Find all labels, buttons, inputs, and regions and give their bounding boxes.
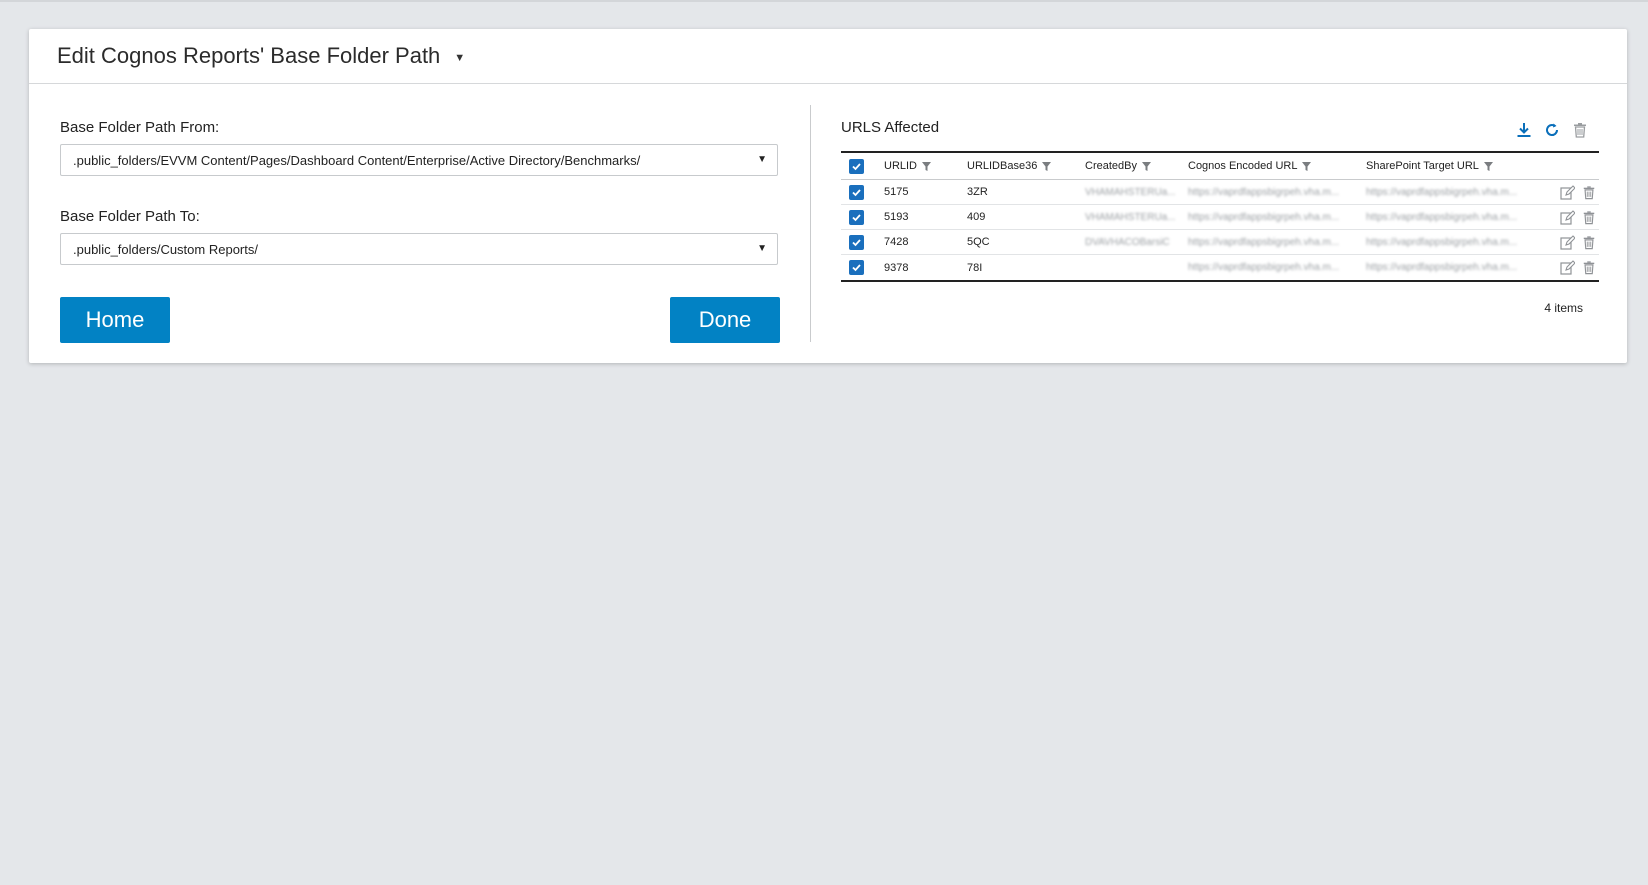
cell-urlid: 7428 xyxy=(884,236,909,248)
top-border xyxy=(0,0,1648,2)
select-all-checkbox[interactable] xyxy=(849,158,864,174)
cell-createdby: VHAMAHSTERUa... xyxy=(1085,211,1176,223)
cell-urlidbase36: 3ZR xyxy=(967,186,988,198)
from-path-value: .public_folders/EVVM Content/Pages/Dashb… xyxy=(73,152,641,168)
col-createdby[interactable]: CreatedBy xyxy=(1085,160,1188,172)
edit-icon[interactable] xyxy=(1559,260,1575,276)
edit-icon[interactable] xyxy=(1559,234,1575,250)
home-button[interactable]: Home xyxy=(60,297,170,343)
filter-icon[interactable] xyxy=(1141,161,1151,171)
cell-createdby: VHAMAHSTERUa... xyxy=(1085,186,1176,198)
cell-createdby: DVAVHACOBarsiC xyxy=(1085,236,1170,248)
col-urlid[interactable]: URLID xyxy=(884,160,967,172)
row-checkbox[interactable] xyxy=(849,260,864,275)
cell-sharepoint-url: https://vaprdfappsbigrpeh.vha.m... xyxy=(1366,262,1518,273)
page-title: Edit Cognos Reports' Base Folder Path xyxy=(57,43,441,68)
trash-icon[interactable] xyxy=(1581,260,1597,276)
to-path-select[interactable]: .public_folders/Custom Reports/ ▼ xyxy=(60,233,778,265)
col-urlidbase36[interactable]: URLIDBase36 xyxy=(967,160,1085,172)
grid-toolbar xyxy=(1515,121,1589,139)
urls-grid: URLID URLIDBase36 CreatedBy Cognos Encod… xyxy=(841,151,1599,282)
urls-title: URLS Affected xyxy=(841,119,940,136)
panel-header: Edit Cognos Reports' Base Folder Path ▼ xyxy=(29,29,1627,84)
table-row: 9378 78I https://vaprdfappsbigrpeh.vha.m… xyxy=(841,255,1599,280)
from-path-select[interactable]: .public_folders/EVVM Content/Pages/Dashb… xyxy=(60,144,778,176)
col-sharepoint-target-url[interactable]: SharePoint Target URL xyxy=(1366,160,1544,172)
edit-panel: Edit Cognos Reports' Base Folder Path ▼ … xyxy=(29,29,1627,363)
cell-sharepoint-url: https://vaprdfappsbigrpeh.vha.m... xyxy=(1366,186,1518,198)
cell-urlidbase36: 5QC xyxy=(967,236,990,248)
row-checkbox[interactable] xyxy=(849,234,864,250)
caret-down-icon[interactable]: ▼ xyxy=(454,52,465,64)
to-label: Base Folder Path To: xyxy=(60,208,200,225)
caret-down-icon[interactable]: ▼ xyxy=(757,243,767,254)
trash-icon[interactable] xyxy=(1581,234,1597,250)
from-label: Base Folder Path From: xyxy=(60,119,220,136)
cell-urlidbase36: 78I xyxy=(967,261,983,274)
edit-icon[interactable] xyxy=(1559,184,1575,200)
edit-icon[interactable] xyxy=(1559,209,1575,225)
trash-icon[interactable] xyxy=(1581,209,1597,225)
filter-icon[interactable] xyxy=(922,161,932,171)
to-path-value: .public_folders/Custom Reports/ xyxy=(73,241,258,257)
done-button[interactable]: Done xyxy=(670,297,780,343)
cell-cognos-url: https://vaprdfappsbigrpeh.vha.m... xyxy=(1188,236,1340,248)
cell-cognos-url: https://vaprdfappsbigrpeh.vha.m... xyxy=(1188,211,1340,223)
cell-cognos-url: https://vaprdfappsbigrpeh.vha.m... xyxy=(1188,262,1340,273)
trash-icon[interactable] xyxy=(1581,184,1597,200)
table-row: 5175 3ZR VHAMAHSTERUa... https://vaprdfa… xyxy=(841,180,1599,205)
filter-icon[interactable] xyxy=(1302,161,1312,171)
cell-sharepoint-url: https://vaprdfappsbigrpeh.vha.m... xyxy=(1366,211,1518,223)
table-row: 7428 5QC DVAVHACOBarsiC https://vaprdfap… xyxy=(841,230,1599,255)
divider xyxy=(810,105,811,342)
download-icon[interactable] xyxy=(1515,121,1533,139)
cell-urlid: 5193 xyxy=(884,211,909,223)
refresh-icon[interactable] xyxy=(1543,121,1561,139)
cell-urlid: 9378 xyxy=(884,261,909,274)
row-checkbox[interactable] xyxy=(849,184,864,200)
cell-cognos-url: https://vaprdfappsbigrpeh.vha.m... xyxy=(1188,186,1340,198)
cell-sharepoint-url: https://vaprdfappsbigrpeh.vha.m... xyxy=(1366,236,1518,248)
col-cognos-encoded-url[interactable]: Cognos Encoded URL xyxy=(1188,160,1366,172)
trash-icon[interactable] xyxy=(1571,121,1589,139)
row-checkbox[interactable] xyxy=(849,209,864,225)
filter-icon[interactable] xyxy=(1042,161,1052,171)
filter-icon[interactable] xyxy=(1483,161,1493,171)
table-row: 5193 409 VHAMAHSTERUa... https://vaprdfa… xyxy=(841,205,1599,230)
cell-urlid: 5175 xyxy=(884,186,909,198)
caret-down-icon[interactable]: ▼ xyxy=(757,154,767,165)
grid-header: URLID URLIDBase36 CreatedBy Cognos Encod… xyxy=(841,153,1599,180)
cell-urlidbase36: 409 xyxy=(967,211,986,223)
folder-path-form: Base Folder Path From: .public_folders/E… xyxy=(60,119,780,265)
item-count: 4 items xyxy=(1544,301,1583,315)
